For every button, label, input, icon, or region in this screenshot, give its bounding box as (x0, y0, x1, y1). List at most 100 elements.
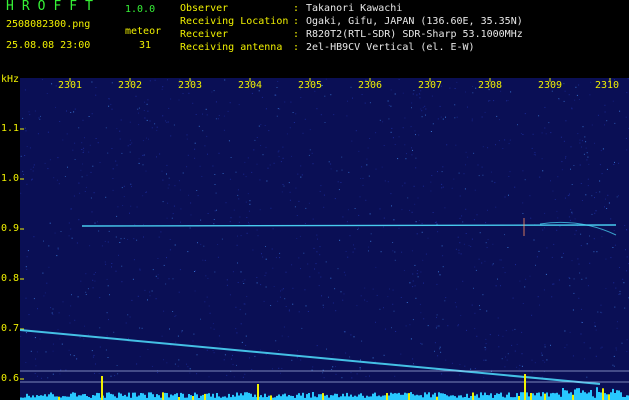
activity-bar (566, 390, 568, 400)
activity-bar (142, 393, 144, 400)
activity-bar (298, 393, 300, 400)
activity-bar (54, 396, 56, 400)
activity-bar (32, 395, 34, 400)
activity-bar (474, 395, 476, 400)
y-tick-label: 1.0 (1, 173, 20, 184)
activity-bar (320, 394, 322, 400)
activity-bar (516, 393, 518, 400)
activity-bar (324, 395, 326, 400)
activity-bar (162, 392, 164, 400)
activity-bar (406, 393, 408, 400)
activity-bar (532, 393, 534, 400)
activity-bar (138, 395, 140, 400)
activity-bar (488, 395, 490, 400)
activity-bar (536, 392, 538, 400)
observation-datetime: 25.08.08 23:00 (6, 40, 91, 51)
activity-bar (264, 393, 266, 400)
x-tick-label: 2307 (417, 80, 443, 91)
x-tick-label: 2302 (117, 80, 143, 91)
x-tick-label: 2301 (57, 80, 83, 91)
info-value-antenna: 2el-HB9CV Vertical (el. E-W) (306, 42, 475, 53)
activity-bar (378, 395, 380, 400)
activity-bar (470, 396, 472, 400)
activity-bar (576, 388, 578, 400)
activity-bar (188, 394, 190, 400)
activity-bar (602, 388, 604, 400)
activity-bar (618, 390, 620, 400)
activity-bar (388, 395, 390, 400)
activity-bar (208, 393, 210, 400)
activity-bar (280, 396, 282, 400)
info-label-observer: Observer (180, 3, 229, 14)
activity-bar (554, 393, 556, 400)
activity-bar (472, 392, 474, 400)
activity-bar (346, 392, 348, 400)
info-colon: : (293, 29, 300, 40)
activity-spike (524, 374, 526, 400)
x-tick-label: 2304 (237, 80, 263, 91)
activity-bar (370, 396, 372, 400)
activity-bar (106, 392, 108, 400)
activity-bar (288, 395, 290, 400)
activity-bar (108, 392, 110, 400)
activity-bar (228, 393, 230, 400)
spectrogram-background (20, 78, 629, 400)
activity-bar (408, 393, 410, 400)
meteor-count-label: meteor (125, 26, 162, 37)
activity-bar (76, 396, 78, 400)
activity-bar (598, 392, 600, 400)
activity-bar (56, 396, 58, 400)
activity-bar (446, 395, 448, 400)
activity-bar (98, 393, 100, 400)
activity-bar (300, 395, 302, 400)
activity-bar (66, 396, 68, 400)
activity-bar (586, 393, 588, 400)
meteor-count-value: 31 (139, 40, 152, 51)
activity-bar (238, 395, 240, 400)
activity-bar (482, 395, 484, 400)
activity-bar (94, 395, 96, 400)
activity-bar (564, 390, 566, 400)
activity-bar (268, 395, 270, 400)
info-label-receiver: Receiver (180, 29, 229, 40)
activity-bar (480, 392, 482, 400)
activity-bar (144, 394, 146, 400)
activity-bar (40, 395, 42, 400)
y-tick-label: 0.7 (1, 323, 20, 334)
activity-bar (350, 394, 352, 400)
activity-bar (526, 392, 528, 400)
activity-bar (114, 396, 116, 400)
activity-bar (494, 395, 496, 400)
activity-bar (420, 395, 422, 400)
activity-bar (326, 394, 328, 400)
activity-bar (520, 392, 522, 400)
activity-bar (402, 394, 404, 400)
activity-bar (616, 390, 618, 400)
activity-bar (372, 393, 374, 400)
activity-bar (38, 395, 40, 400)
activity-bar (276, 395, 278, 400)
activity-bar (212, 393, 214, 400)
y-tick-label: 1.1 (1, 123, 20, 134)
activity-bar (46, 396, 48, 400)
activity-spike (257, 384, 259, 400)
activity-bar (86, 396, 88, 400)
info-label-antenna: Receiving antenna (180, 42, 283, 53)
activity-bar (290, 395, 292, 400)
activity-bar (366, 395, 368, 400)
activity-bar (44, 394, 46, 400)
activity-bar (224, 396, 226, 400)
activity-bar (170, 394, 172, 400)
activity-bar (120, 393, 122, 400)
activity-bar (336, 393, 338, 400)
activity-bar (156, 394, 158, 400)
activity-bar (548, 396, 550, 400)
activity-bar (180, 392, 182, 400)
activity-bar (296, 394, 298, 400)
activity-bar (428, 392, 430, 400)
activity-bar (260, 395, 262, 400)
file-name: 2508082300.png (6, 19, 91, 30)
activity-bar (244, 392, 246, 400)
activity-bar (284, 393, 286, 400)
activity-bar (140, 393, 142, 400)
